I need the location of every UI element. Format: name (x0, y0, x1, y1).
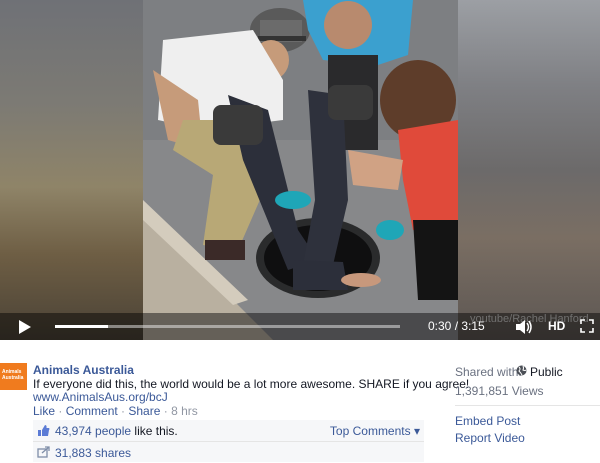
post-link[interactable]: www.AnimalsAus.org/bcJ (33, 390, 168, 404)
progress-bar[interactable] (55, 325, 400, 328)
likes-count[interactable]: 43,974 people (55, 424, 131, 438)
thumbs-up-icon (38, 425, 50, 436)
progress-fill (55, 325, 109, 328)
caret-down-icon: ▾ (413, 424, 420, 438)
video-blur-right (458, 0, 600, 340)
page-logo[interactable]: Animals Australia (0, 363, 27, 390)
side-divider (455, 405, 600, 406)
shared-with-label: Shared with: (455, 365, 522, 379)
video-frame[interactable] (143, 0, 458, 340)
page-logo-text: Animals Australia (2, 369, 24, 381)
likes-suffix: like this. (131, 424, 178, 438)
report-video-link[interactable]: Report Video (455, 431, 525, 445)
facebook-video-post: youtube/Rachel Hanford 0:30 / 3:15 HD An… (0, 0, 600, 463)
shares-count[interactable]: 31,883 shares (55, 446, 131, 460)
video-blur-left (0, 0, 143, 340)
post-actions: Like · Comment · Share · 8 hrs (33, 404, 198, 418)
likes-text: 43,974 people like this. (55, 424, 178, 438)
comment-link[interactable]: Comment (66, 404, 118, 418)
action-separator: · (117, 404, 129, 418)
video-player[interactable]: youtube/Rachel Hanford 0:30 / 3:15 HD (0, 0, 600, 340)
top-comments-label: Top Comments (329, 424, 411, 438)
fullscreen-icon[interactable] (580, 319, 594, 333)
action-separator: · (160, 404, 172, 418)
volume-icon[interactable] (515, 319, 533, 335)
likes-row: 43,974 people like this. Top Comments ▾ (33, 420, 424, 441)
action-separator: · (55, 404, 66, 418)
globe-icon (516, 365, 527, 376)
embed-post-link[interactable]: Embed Post (455, 414, 520, 428)
view-count: 1,391,851 Views (455, 384, 544, 398)
share-icon (37, 446, 50, 458)
time-display: 0:30 / 3:15 (428, 319, 485, 333)
share-link[interactable]: Share (128, 404, 160, 418)
privacy-setting: Public (530, 365, 563, 379)
video-frame-scene (143, 0, 458, 340)
post-text: If everyone did this, the world would be… (33, 377, 470, 391)
post-stats: 43,974 people like this. Top Comments ▾ … (33, 420, 424, 462)
video-controls: 0:30 / 3:15 HD (0, 313, 600, 340)
page-name-link[interactable]: Animals Australia (33, 363, 134, 377)
like-link[interactable]: Like (33, 404, 55, 418)
top-comments-dropdown[interactable]: Top Comments ▾ (330, 424, 420, 438)
shares-row: 31,883 shares (33, 441, 424, 462)
hd-button[interactable]: HD (548, 319, 565, 333)
post-timestamp[interactable]: 8 hrs (171, 404, 198, 418)
play-icon[interactable] (12, 318, 34, 336)
